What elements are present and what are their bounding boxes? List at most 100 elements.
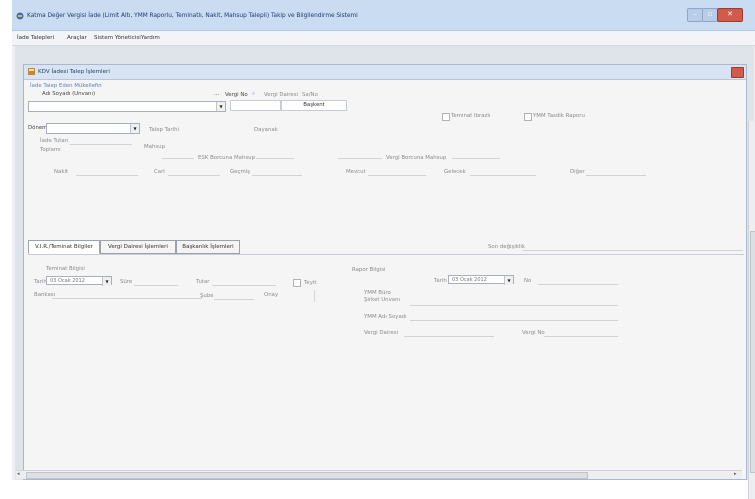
ymm-tasdik-label: YMM Tasdik Raporu: [533, 113, 585, 119]
cari-label: Cari: [154, 169, 165, 175]
tab-baskanlik[interactable]: Başkanlık İşlemleri: [176, 240, 240, 254]
ymm-buro-label: YMM Büro Şirket Unvanı: [364, 290, 400, 303]
mukellef-header: İade Talep Eden Mükellefin: [30, 83, 102, 89]
vergi-group-label: Vergi Borcuna Mahsup: [386, 155, 447, 161]
ymm-buro-field: [410, 305, 618, 306]
sube-label: Şube: [200, 293, 214, 299]
vergi-dairesi-input[interactable]: Başkent: [281, 100, 347, 111]
mahsup-label: Mahsup: [144, 144, 166, 150]
bankasi-field: [52, 298, 202, 299]
horizontal-scroll-thumb[interactable]: [26, 472, 588, 479]
tab-panel-border: [28, 254, 744, 255]
tab-vergi-dairesi[interactable]: Vergi Dairesi İşlemleri: [100, 240, 176, 254]
teyit-label: Teyit: [304, 280, 317, 286]
chevron-down-icon[interactable]: ▼: [130, 124, 139, 133]
chevron-down-icon[interactable]: ▼: [216, 102, 225, 111]
sube-field: [214, 299, 254, 300]
sa-no-label: Sa/No: [302, 92, 318, 98]
teminat-tarih-label: Tarih: [34, 279, 47, 285]
search-icon[interactable]: ⌕: [252, 91, 255, 98]
diger-label: Diğer: [570, 169, 585, 175]
tutar-label: Tutar: [196, 279, 210, 285]
tutar-field: [212, 285, 276, 286]
teminat-tarih-value: 03 Ocak 2012: [50, 278, 85, 284]
mdi-client-area: KDV İadesi Talep İşlemleri İade Talep Ed…: [15, 46, 755, 499]
menu-bar: İade Talepleri Araçlar Sistem Yöneticisi…: [12, 31, 755, 46]
nakit-field: [76, 175, 138, 176]
son-degisiklik-label: Son değişiklik: [488, 244, 526, 250]
close-button[interactable]: ✕: [717, 8, 743, 22]
ellipsis-button[interactable]: ···: [214, 92, 219, 98]
title-bar[interactable]: Katma Değer Vergisi İade (Limit Altı, YM…: [12, 0, 755, 31]
sure-label: Süre: [120, 279, 133, 285]
teminat-group-label: Teminat Bilgisi: [46, 266, 85, 272]
rapor-no-field: [538, 284, 618, 285]
teminat-ibrazli-label: Teminat Ibrazlı: [451, 113, 491, 119]
horizontal-scrollbar[interactable]: ◂ ▸: [16, 470, 742, 479]
divider: [338, 158, 382, 159]
rapor-tarih-label: Tarih: [434, 278, 447, 284]
gelecek-label: Gelecek: [444, 169, 466, 175]
divider: [256, 158, 294, 159]
talep-tarihi-label: Talep Tarihi: [149, 127, 179, 133]
rapor-vergi-no-field: [544, 336, 618, 337]
vergi-dairesi-label: Vergi Dairesi: [264, 92, 299, 98]
tab-strip: V.I.R./Teminat Bilgiler Vergi Dairesi İş…: [28, 240, 744, 254]
kdv-iadesi-window: KDV İadesi Talep İşlemleri İade Talep Ed…: [23, 64, 755, 499]
ymm-tasdik-checkbox[interactable]: [524, 113, 532, 121]
son-degisiklik-field: [523, 250, 743, 251]
vergi-no-label: Vergi No: [225, 92, 248, 98]
rapor-vergi-dairesi-field: [404, 336, 494, 337]
rapor-vergi-no-label: Vergi No: [522, 330, 545, 336]
window-title: Katma Değer Vergisi İade (Limit Altı, YM…: [27, 13, 358, 19]
maximize-button[interactable]: ▫: [702, 8, 718, 22]
divider: [452, 158, 500, 159]
vergi-no-input[interactable]: [230, 100, 281, 111]
iade-tutari-field: [70, 144, 132, 145]
ymm-adsoyad-field: [410, 320, 618, 321]
application-window: Katma Değer Vergisi İade (Limit Altı, YM…: [12, 0, 755, 499]
teyit-checkbox[interactable]: [293, 279, 301, 287]
sure-field: [134, 285, 178, 286]
rapor-no-label: No: [524, 278, 532, 284]
mevcut-field: [368, 175, 426, 176]
chevron-down-icon[interactable]: ▼: [504, 276, 513, 285]
scroll-right-icon[interactable]: ▸: [734, 471, 737, 477]
child-title-bar[interactable]: KDV İadesi Talep İşlemleri: [24, 65, 746, 80]
child-close-button[interactable]: [731, 67, 744, 78]
form-icon: [28, 68, 35, 75]
cari-field: [168, 175, 220, 176]
nakit-label: Nakit: [54, 169, 69, 175]
diger-field: [586, 175, 646, 176]
name-label: Adı Soyadı (Unvanı): [42, 91, 96, 97]
gelecek-field: [470, 175, 536, 176]
menu-araclar[interactable]: Araçlar: [67, 35, 87, 41]
divider: [162, 158, 194, 159]
donem-combo[interactable]: ▼: [46, 123, 140, 134]
vertical-scrollbar[interactable]: [748, 121, 755, 499]
menu-iade-talepleri[interactable]: İade Talepleri: [17, 35, 54, 41]
chevron-down-icon[interactable]: ▼: [102, 277, 111, 286]
rapor-tarih-picker[interactable]: 03 Ocak 2012 ▼: [448, 275, 514, 285]
esk-group-label: ESK Borcuna Mahsup: [198, 155, 256, 161]
minimize-button[interactable]: –: [687, 8, 703, 22]
gecmis-label: Geçmiş: [230, 169, 251, 175]
vertical-scroll-thumb[interactable]: [750, 231, 755, 473]
rapor-vergi-dairesi-label: Vergi Dairesi: [364, 330, 399, 336]
teminat-tarih-picker[interactable]: 03 Ocak 2012 ▼: [46, 276, 112, 286]
divider: [314, 290, 315, 302]
iade-tutari-label: İade Tutarı: [40, 138, 69, 144]
child-window-title: KDV İadesi Talep İşlemleri: [38, 69, 110, 75]
menu-sistem-yoneticisi[interactable]: Sistem Yöneticisi: [94, 35, 141, 41]
scroll-left-icon[interactable]: ◂: [17, 471, 20, 477]
dayanak-label: Dayanak: [254, 127, 278, 133]
ymm-adsoyad-label: YMM Adı Soyadı: [364, 314, 407, 320]
mukellef-combo[interactable]: ▼: [28, 101, 226, 112]
menu-yardim[interactable]: Yardım: [141, 35, 160, 41]
teminat-ibrazli-checkbox[interactable]: [442, 113, 450, 121]
rapor-tarih-value: 03 Ocak 2012: [452, 277, 487, 283]
rapor-group-label: Rapor Bilgisi: [352, 267, 386, 273]
onay-label: Onay: [264, 292, 279, 298]
tab-vir-teminat[interactable]: V.I.R./Teminat Bilgiler: [28, 240, 100, 254]
toplam-label: Toplamı: [40, 147, 61, 153]
